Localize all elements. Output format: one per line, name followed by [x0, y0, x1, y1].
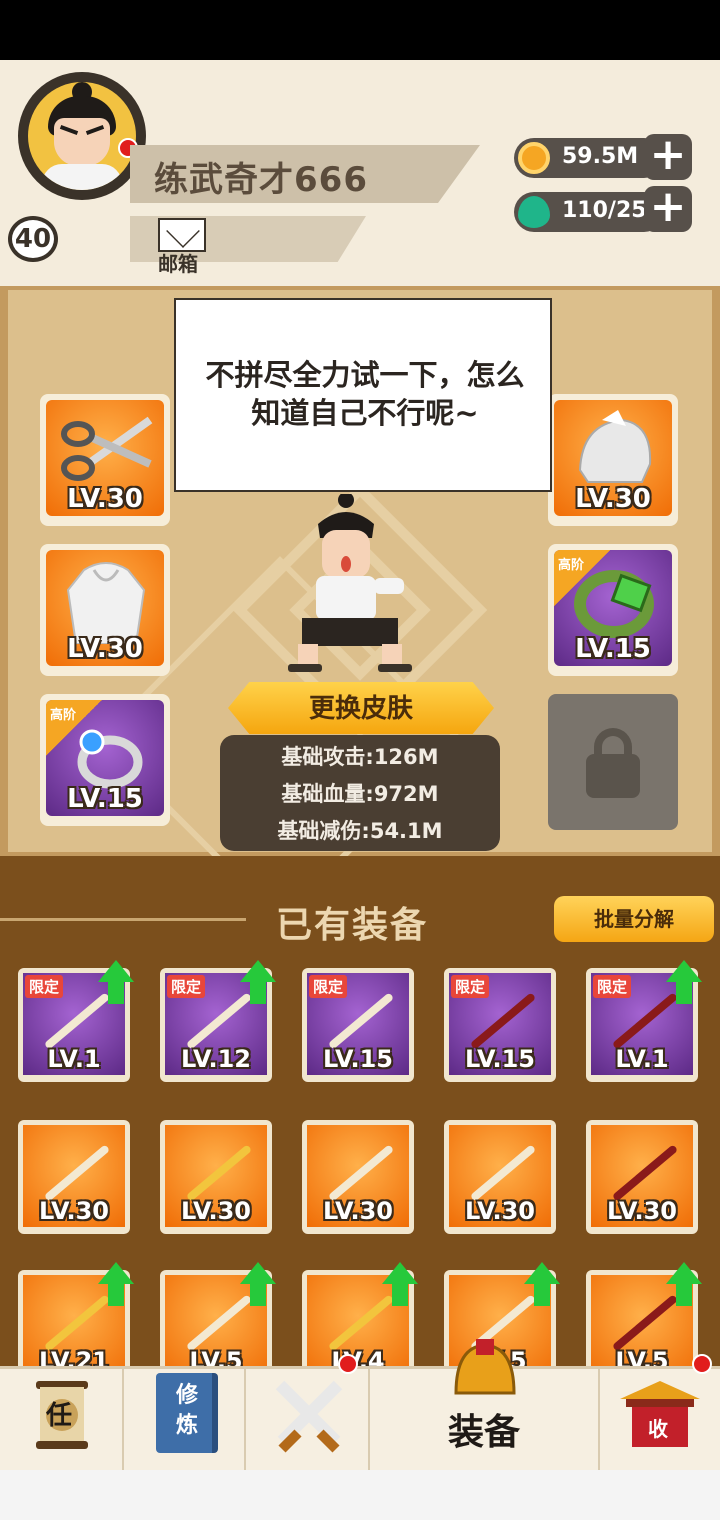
equip-slot-weapon[interactable]: LV.30	[40, 394, 170, 526]
nav-tab-battle[interactable]	[246, 1369, 370, 1473]
item-level: LV.30	[67, 634, 143, 664]
add-coin-button[interactable]: +	[644, 133, 692, 180]
mail-label[interactable]: 邮箱	[158, 248, 198, 277]
helmet-nav-icon	[450, 1339, 520, 1403]
upgrade-arrow-icon	[666, 960, 702, 1006]
stat-attack: 基础攻击:126M	[281, 745, 439, 769]
collect-label: 收	[648, 1417, 668, 1441]
knot-icon	[469, 992, 537, 1050]
item-level: LV.1	[47, 1045, 101, 1073]
avatar[interactable]	[18, 72, 146, 200]
coin-currency: 59.5M	[514, 138, 664, 178]
limited-tag: 限定	[309, 975, 348, 998]
inventory-item[interactable]: 限定 LV.12	[160, 960, 276, 1082]
ring-icon	[70, 720, 144, 794]
item-level: LV.15	[67, 784, 143, 814]
inventory-item[interactable]: 限定 LV.15	[444, 968, 556, 1082]
nav-tab-task[interactable]: 任	[0, 1369, 124, 1473]
speech-text: 不拼尽全力试一下，怎么知道自己不行呢~	[205, 358, 525, 430]
item-level: LV.30	[607, 1197, 677, 1225]
item-level: LV.30	[323, 1197, 393, 1225]
crossed-swords-icon	[270, 1375, 348, 1457]
nav-tab-collect[interactable]: 收	[600, 1369, 720, 1473]
jade-icon	[518, 196, 550, 228]
limited-tag: 限定	[167, 975, 206, 998]
base-stats-panel: 基础攻击:126M 基础血量:972M 基础减伤:54.1M	[220, 735, 500, 851]
upgrade-arrow-icon	[382, 1262, 418, 1308]
upgrade-arrow-icon	[98, 1262, 134, 1308]
inventory-item[interactable]: LV.30	[586, 1120, 698, 1234]
add-jade-button[interactable]: +	[644, 185, 692, 232]
bottom-nav: 任 修 炼 装备 收	[0, 1339, 720, 1473]
stat-damage-reduction: 基础减伤:54.1M	[277, 819, 443, 843]
hero-character[interactable]	[284, 492, 434, 674]
status-bar	[0, 0, 720, 60]
inventory-item[interactable]: LV.30	[160, 1120, 272, 1234]
item-level: LV.15	[575, 634, 651, 664]
scissors-icon	[58, 414, 154, 488]
limited-tag: 限定	[593, 975, 632, 998]
upgrade-arrow-icon	[666, 1262, 702, 1308]
divider	[0, 918, 246, 921]
item-level: LV.15	[323, 1045, 393, 1073]
upgrade-arrow-icon	[524, 1262, 560, 1308]
coin-value: 59.5M	[562, 144, 639, 169]
upgrade-arrow-icon	[240, 1262, 276, 1308]
speech-bubble: 不拼尽全力试一下，怎么知道自己不行呢~	[174, 298, 552, 492]
upgrade-arrow-icon	[240, 960, 276, 1006]
equipment-label: 装备	[448, 1412, 521, 1453]
mail-icon[interactable]	[158, 218, 206, 252]
stat-hp: 基础血量:972M	[281, 782, 439, 806]
limited-tag: 限定	[25, 975, 64, 998]
item-level: LV.1	[615, 1045, 669, 1073]
item-level: LV.30	[67, 484, 143, 514]
inventory-item[interactable]: 限定 LV.1	[18, 960, 134, 1082]
limited-tag: 限定	[451, 975, 490, 998]
battle-notification-dot	[338, 1354, 358, 1374]
equip-slot-helmet[interactable]: LV.30	[548, 394, 678, 526]
item-level: LV.30	[39, 1197, 109, 1225]
item-level: LV.15	[465, 1045, 535, 1073]
cultivate-label-2: 炼	[176, 1413, 199, 1438]
spear-icon	[469, 1144, 537, 1202]
inventory-item[interactable]: LV.30	[18, 1120, 130, 1234]
book-icon	[327, 992, 395, 1050]
change-skin-label[interactable]: 更换皮肤	[228, 688, 494, 725]
collect-notification-dot	[692, 1354, 712, 1374]
mace-icon	[185, 1144, 253, 1202]
item-level: LV.30	[465, 1197, 535, 1225]
item-level: LV.30	[575, 484, 651, 514]
inventory-item[interactable]: LV.30	[302, 1120, 414, 1234]
bulk-dismantle-button[interactable]: 批量分解	[554, 896, 714, 942]
inventory-item[interactable]: LV.30	[444, 1120, 556, 1234]
inventory-title: 已有装备	[276, 905, 429, 946]
upgrade-arrow-icon	[98, 960, 134, 1006]
inventory-item[interactable]: 限定 LV.1	[586, 960, 702, 1082]
inventory-item[interactable]: 限定 LV.15	[302, 968, 414, 1082]
equip-slot-ring[interactable]: 高阶 LV.15	[40, 694, 170, 826]
inventory-panel: 已有装备 批量分解 限定 LV.1 限定 LV.12 限定 LV.15 限定 LV.15 限定 L…	[0, 856, 720, 1384]
item-level: LV.30	[181, 1197, 251, 1225]
coin-icon	[518, 142, 550, 174]
sword-icon	[327, 1144, 395, 1202]
equip-slot-armor[interactable]: LV.30	[40, 544, 170, 676]
jade-value: 110/25	[562, 198, 647, 223]
locked-equip-slot[interactable]	[548, 694, 678, 830]
jade-currency: 110/25	[514, 192, 664, 232]
sword-icon	[43, 1144, 111, 1202]
nav-tab-equipment[interactable]: 装备	[370, 1339, 600, 1473]
cultivate-label-1: 修	[176, 1383, 199, 1408]
player-level-badge: 40	[8, 216, 58, 262]
system-nav-bar	[0, 1470, 720, 1520]
staff-icon	[611, 1144, 679, 1202]
item-level: LV.12	[181, 1045, 251, 1073]
task-label: 任	[46, 1401, 73, 1431]
player-name: 练武奇才666	[154, 160, 368, 200]
nav-tab-cultivate[interactable]: 修 炼	[124, 1369, 246, 1473]
equip-slot-bracelet[interactable]: 高阶 LV.15	[548, 544, 678, 676]
